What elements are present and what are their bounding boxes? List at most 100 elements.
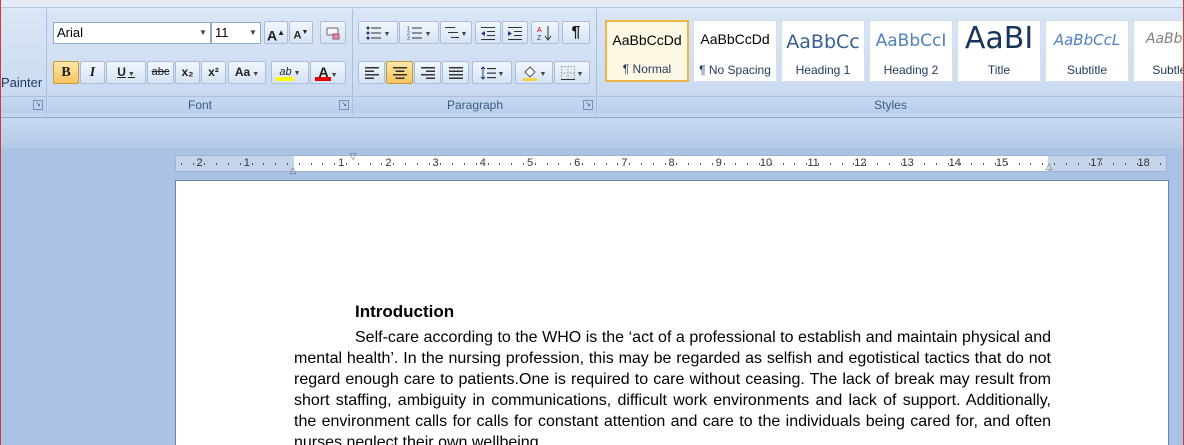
chevron-down-icon[interactable]: ▼ — [246, 23, 260, 43]
first-line-indent-marker[interactable]: ▽ — [348, 152, 358, 161]
highlight-button[interactable]: ab ▼ — [271, 61, 309, 84]
styles-gallery: AaBbCcDd ¶ Normal AaBbCcDd ¶ No Spacing AaBb… — [605, 18, 1183, 84]
strikethrough-label: abc — [151, 66, 170, 78]
document-page[interactable]: Introduction Self-care according to the … — [175, 180, 1169, 445]
ruler-tick — [546, 163, 548, 165]
grow-font-button[interactable]: A▲ — [264, 21, 288, 44]
horizontal-ruler[interactable]: 2 1 1 2 3 4 5 6 7 8 9 10 11 12 13 14 15 17 18 — [175, 155, 1167, 172]
ruler-tick — [593, 163, 595, 165]
ruler-tick — [994, 163, 996, 165]
pilcrow-icon: ¶ — [571, 24, 581, 41]
justify-button[interactable] — [442, 61, 469, 84]
chevron-down-icon[interactable]: ▼ — [294, 70, 301, 77]
chevron-down-icon[interactable]: ▼ — [128, 71, 135, 78]
right-indent-marker[interactable]: △ — [1044, 162, 1054, 171]
style-item[interactable]: AaBbCcI Subtle E — [1133, 20, 1183, 82]
ruler-tick — [853, 163, 855, 165]
chevron-down-icon[interactable]: ▼ — [577, 71, 584, 78]
ruler-number: 7 — [621, 157, 628, 169]
ruler-tick — [865, 163, 867, 165]
font-name-combo[interactable]: Arial ▼ — [53, 22, 211, 44]
ruler-tick — [782, 163, 784, 165]
ruler-tick — [416, 163, 418, 165]
style-item[interactable]: AaBbCcI Heading 2 — [869, 20, 953, 82]
font-dialog-launcher[interactable]: ↘ — [339, 100, 349, 110]
ruler-tick — [263, 163, 265, 165]
document-body[interactable]: Introduction Self-care according to the … — [294, 301, 1051, 445]
chevron-down-icon[interactable]: ▼ — [331, 72, 338, 79]
format-painter-button[interactable]: Painter — [1, 75, 42, 90]
shading-button[interactable]: ▼ — [515, 61, 553, 84]
ruler-tick — [357, 163, 359, 165]
ruler-tick — [1112, 163, 1114, 165]
ruler-tick — [404, 163, 406, 165]
italic-label: I — [89, 65, 96, 80]
svg-text:A: A — [537, 27, 542, 34]
style-item[interactable]: AaBbCcDd ¶ Normal — [605, 20, 689, 82]
subscript-button[interactable]: x₂ — [175, 61, 200, 84]
borders-button[interactable]: ▼ — [554, 61, 590, 84]
ruler-tick — [487, 163, 489, 165]
ruler-tick — [876, 163, 878, 165]
strikethrough-button[interactable]: abc — [147, 61, 174, 84]
ruler-tick — [829, 163, 831, 165]
numbering-button[interactable]: 1 2 3 ▼ — [399, 21, 439, 44]
ruler-tick — [841, 163, 843, 165]
ruler-tick — [640, 163, 642, 165]
ruler-number: 9 — [715, 157, 722, 169]
paragraph-dialog-launcher[interactable]: ↘ — [583, 100, 593, 110]
decrease-indent-button[interactable] — [475, 21, 501, 44]
clipboard-dialog-launcher[interactable]: ↘ — [33, 100, 43, 110]
chevron-down-icon[interactable]: ▼ — [461, 31, 468, 38]
ruler-tick — [900, 163, 902, 165]
ruler-tick — [334, 163, 336, 165]
left-indent-marker[interactable]: △ — [288, 166, 298, 175]
font-color-button[interactable]: A ▼ — [310, 61, 346, 84]
style-item[interactable]: AaBbCc Heading 1 — [781, 20, 865, 82]
ruler-tick — [204, 163, 206, 165]
multilevel-list-button[interactable]: ▼ — [440, 21, 472, 44]
ruler-tick — [652, 163, 654, 165]
shrink-font-button[interactable]: A▼ — [289, 21, 313, 44]
align-right-button[interactable] — [414, 61, 441, 84]
font-name-value: Arial — [57, 25, 84, 40]
ruler-number: 2 — [385, 157, 392, 169]
style-name: ¶ No Spacing — [699, 63, 771, 77]
align-left-button[interactable] — [358, 61, 385, 84]
line-spacing-button[interactable]: ▼ — [472, 61, 512, 84]
ribbon: Painter ↘ Arial ▼ 11 ▼ A▲ A▼ B I U ▼ abc… — [1, 0, 1183, 118]
ruler-tick — [947, 163, 949, 165]
style-name: ¶ Normal — [622, 62, 672, 76]
bold-button[interactable]: B — [53, 61, 79, 84]
change-case-button[interactable]: Aa ▼ — [228, 61, 266, 84]
ruler-tick — [428, 163, 430, 165]
sort-button[interactable]: AZ — [531, 21, 559, 44]
ruler-tick — [1160, 163, 1162, 165]
superscript-button[interactable]: x² — [201, 61, 226, 84]
chevron-down-icon[interactable]: ▼ — [196, 23, 210, 43]
ruler-tick — [1006, 163, 1008, 165]
increase-indent-button[interactable] — [502, 21, 528, 44]
ruler-tick — [499, 163, 501, 165]
style-item[interactable]: AaBbCcDd ¶ No Spacing — [693, 20, 777, 82]
chevron-down-icon[interactable]: ▼ — [425, 31, 432, 38]
chevron-down-icon[interactable]: ▼ — [540, 71, 547, 78]
font-group-label: Font — [48, 96, 352, 113]
ruler-tick — [983, 163, 985, 165]
align-center-button[interactable] — [386, 61, 413, 84]
style-item[interactable]: AaBbCcL Subtitle — [1045, 20, 1129, 82]
ruler-tick — [275, 163, 277, 165]
ruler-tick — [381, 163, 383, 165]
bullets-button[interactable]: ▼ — [358, 21, 398, 44]
clear-formatting-button[interactable] — [320, 21, 346, 44]
style-name: Subtitle — [1066, 63, 1108, 77]
font-size-combo[interactable]: 11 ▼ — [211, 22, 261, 44]
underline-button[interactable]: U ▼ — [106, 61, 146, 84]
show-formatting-marks-button[interactable]: ¶ — [562, 21, 590, 44]
italic-button[interactable]: I — [80, 61, 105, 84]
chevron-down-icon[interactable]: ▼ — [252, 71, 259, 78]
chevron-down-icon[interactable]: ▼ — [384, 31, 391, 38]
style-item[interactable]: AaBI Title — [957, 20, 1041, 82]
chevron-down-icon[interactable]: ▼ — [498, 71, 505, 78]
svg-text:Z: Z — [537, 35, 542, 41]
